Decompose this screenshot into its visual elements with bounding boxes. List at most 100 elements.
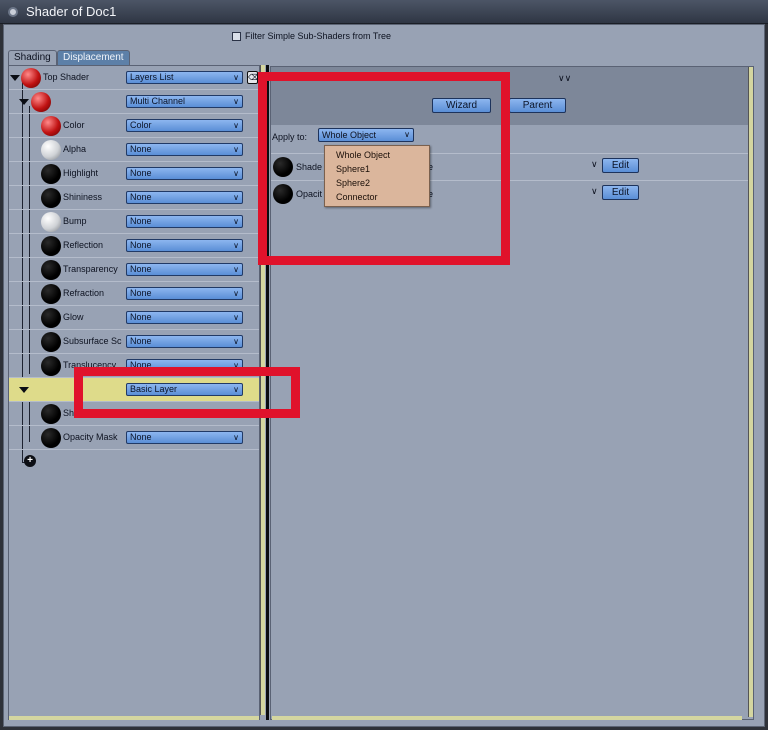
tree-row-label: Translucency	[63, 360, 117, 370]
red-sphere-icon	[31, 92, 51, 112]
tree-row-channel[interactable]: Reflection None ∨	[9, 234, 259, 258]
filter-checkbox[interactable]	[232, 31, 241, 41]
tree-row-channel[interactable]: Translucency None ∨	[9, 354, 259, 378]
dropdown-value: None	[130, 168, 152, 178]
tree-row-basic-layer[interactable]: Basic Layer ∨	[9, 378, 259, 402]
black-sphere-icon	[41, 260, 61, 280]
tree-row-layer-child[interactable]: Opacity Mask None ∨	[9, 426, 259, 450]
pane-divider[interactable]	[266, 65, 269, 720]
tree-row-channel[interactable]: Highlight None ∨	[9, 162, 259, 186]
menu-item-sphere2[interactable]: Sphere2	[336, 178, 370, 188]
channel-dropdown[interactable]: None ∨	[126, 287, 243, 300]
filter-label: Filter Simple Sub-Shaders from Tree	[245, 31, 392, 41]
black-sphere-icon	[41, 284, 61, 304]
dropdown-value: None	[130, 360, 152, 370]
dropdown-value: None	[130, 144, 152, 154]
expand-triangle-icon[interactable]	[19, 387, 29, 393]
title-bar: Shader of Doc1	[0, 0, 768, 24]
tab-displacement[interactable]: Displacement	[57, 50, 130, 65]
dropdown-value: None	[130, 312, 152, 322]
dropdown-value: None	[130, 336, 152, 346]
black-sphere-icon	[41, 236, 61, 256]
channel-dropdown[interactable]: Color ∨	[126, 119, 243, 132]
add-layer-icon[interactable]: +	[24, 455, 36, 467]
edit-button[interactable]: Edit	[602, 185, 639, 200]
wizard-button[interactable]: Wizard	[432, 98, 491, 113]
channel-dropdown[interactable]: None ∨	[126, 215, 243, 228]
properties-header: ∨∨ Wizard Parent	[271, 67, 753, 125]
shader-type-dropdown[interactable]: Layers List ∨	[126, 71, 243, 84]
chevron-down-icon: ∨	[233, 361, 239, 370]
channel-dropdown[interactable]: None ∨	[126, 239, 243, 252]
tree-row-channel[interactable]: Transparency None ∨	[9, 258, 259, 282]
channel-dropdown[interactable]: None ∨	[126, 311, 243, 324]
channel-dropdown[interactable]: None ∨	[126, 191, 243, 204]
property-label: Opacit	[296, 189, 323, 199]
chevron-down-icon[interactable]: ∨	[591, 186, 598, 197]
tree-row-channel[interactable]: Alpha None ∨	[9, 138, 259, 162]
chevron-down-icon: ∨	[404, 130, 410, 139]
channel-dropdown[interactable]: None ∨	[126, 167, 243, 180]
properties-horizontal-scrollbar[interactable]	[272, 716, 742, 720]
dropdown-value: None	[130, 288, 152, 298]
tree-row-label: Glow	[63, 312, 84, 322]
channel-dropdown[interactable]: None ∨	[126, 359, 243, 372]
tree-horizontal-scrollbar[interactable]	[9, 716, 259, 720]
tree-row-top-shader[interactable]: Top Shader Layers List ∨ ⌫	[9, 66, 259, 90]
apply-to-label: Apply to:	[272, 132, 308, 142]
tree-row-channel[interactable]: Bump None ∨	[9, 210, 259, 234]
menu-item-connector[interactable]: Connector	[336, 192, 378, 202]
edit-button[interactable]: Edit	[602, 158, 639, 173]
tree-row-label: Shininess	[63, 192, 103, 202]
trash-icon[interactable]: ⌫	[247, 71, 259, 84]
channel-dropdown[interactable]: None ∨	[126, 335, 243, 348]
menu-item-whole-object[interactable]: Whole Object	[336, 150, 390, 160]
tree-row-label: Refraction	[63, 288, 105, 298]
tree-row-label: Opacity Mask	[63, 432, 118, 442]
chevron-down-icon: ∨	[233, 145, 239, 154]
red-sphere-icon	[41, 116, 61, 136]
white-sphere-icon	[41, 140, 61, 160]
filter-option[interactable]: Filter Simple Sub-Shaders from Tree	[232, 30, 391, 42]
tree-row-label: Top Shader	[43, 72, 90, 82]
apply-to-dropdown[interactable]: Whole Object ∨	[318, 128, 414, 142]
channel-dropdown[interactable]: None ∨	[126, 431, 243, 444]
tree-row-channel[interactable]: Refraction None ∨	[9, 282, 259, 306]
black-sphere-icon	[41, 356, 61, 376]
properties-scrollbar[interactable]	[748, 67, 753, 717]
shader-type-dropdown[interactable]: Multi Channel ∨	[126, 95, 243, 108]
expand-triangle-icon[interactable]	[10, 75, 20, 81]
chevron-down-icon[interactable]: ∨	[591, 159, 598, 170]
tree-row-label: Bump	[63, 216, 87, 226]
window-title: Shader of Doc1	[26, 4, 117, 19]
dropdown-value: Multi Channel	[130, 96, 186, 106]
dropdown-value: None	[130, 240, 152, 250]
black-sphere-icon	[273, 157, 293, 177]
tree-row-label: Alpha	[63, 144, 87, 154]
menu-item-sphere1[interactable]: Sphere1	[336, 164, 370, 174]
tree-row-layer-child[interactable]: Sh	[9, 402, 259, 426]
close-icon[interactable]	[8, 7, 18, 17]
channel-dropdown[interactable]: None ∨	[126, 263, 243, 276]
tree-row-channel[interactable]: Color Color ∨	[9, 114, 259, 138]
dropdown-value: Whole Object	[322, 130, 377, 140]
tree-row-label: Highlight	[63, 168, 99, 178]
tree-row-multi-channel[interactable]: Multi Channel ∨	[9, 90, 259, 114]
tab-shading[interactable]: Shading	[8, 50, 57, 65]
tree-row-channel[interactable]: Subsurface Sc None ∨	[9, 330, 259, 354]
parent-button[interactable]: Parent	[509, 98, 566, 113]
layer-type-dropdown[interactable]: Basic Layer ∨	[126, 383, 243, 396]
dropdown-value: None	[130, 432, 152, 442]
chevron-down-icon: ∨	[233, 217, 239, 226]
dropdown-value: None	[130, 216, 152, 226]
tree-row-channel[interactable]: Shininess None ∨	[9, 186, 259, 210]
expand-triangle-icon[interactable]	[19, 99, 29, 105]
black-sphere-icon	[41, 308, 61, 328]
tree-row-label: Sh	[63, 408, 75, 418]
tree-scrollbar[interactable]	[260, 65, 265, 715]
dropdown-value: Layers List	[130, 72, 174, 82]
channel-dropdown[interactable]: None ∨	[126, 143, 243, 156]
dropdown-value: Basic Layer	[130, 384, 178, 394]
tree-row-channel[interactable]: Glow None ∨	[9, 306, 259, 330]
chevron-down-icon[interactable]: ∨∨	[558, 73, 571, 84]
